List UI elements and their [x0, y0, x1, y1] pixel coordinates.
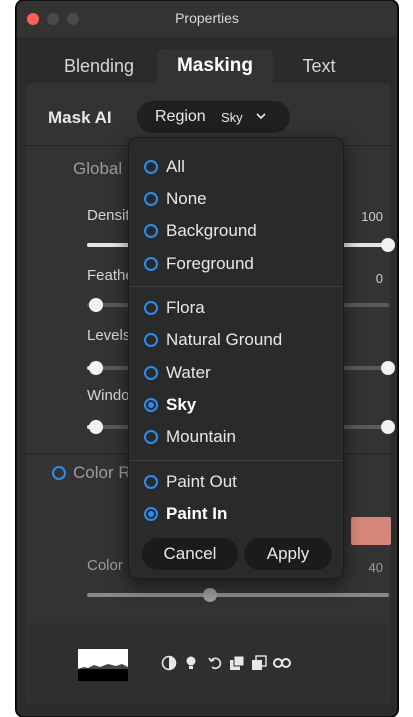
mask-ai-label: Mask AI — [48, 108, 112, 127]
radio-icon — [144, 257, 158, 271]
option-sky[interactable]: Sky — [129, 391, 343, 419]
option-label: Foreground — [166, 254, 254, 273]
link-icon[interactable] — [273, 655, 291, 671]
mask-thumbnail-image — [78, 649, 128, 681]
window-low-handle[interactable] — [89, 420, 103, 434]
undo-icon[interactable] — [207, 655, 223, 671]
paste-mask-icon[interactable] — [251, 655, 267, 671]
option-label: All — [166, 157, 185, 176]
color-range-radio[interactable] — [52, 466, 66, 480]
option-mountain[interactable]: Mountain — [129, 423, 343, 451]
title-bar: Properties — [17, 1, 397, 37]
option-label: Paint Out — [166, 472, 237, 491]
radio-icon — [144, 475, 158, 489]
option-label: Natural Ground — [166, 330, 283, 349]
levels-label: Levels — [87, 327, 131, 344]
tab-masking[interactable]: Masking — [157, 49, 273, 83]
menu-separator — [129, 286, 343, 287]
levels-low-handle[interactable] — [89, 361, 103, 375]
region-dropdown-menu: All None Background Foreground Flora Nat… — [128, 137, 344, 579]
window-high-handle[interactable] — [381, 420, 395, 434]
radio-icon — [144, 192, 158, 206]
global-section-title: Global — [73, 159, 123, 178]
option-label: Water — [166, 363, 211, 382]
option-label: Sky — [166, 395, 197, 414]
region-dropdown-button[interactable]: Region Sky — [137, 101, 290, 133]
radio-icon — [144, 224, 158, 238]
option-label: Background — [166, 221, 257, 240]
density-slider-handle[interactable] — [381, 238, 395, 252]
levels-high-handle[interactable] — [381, 361, 395, 375]
copy-mask-icon[interactable] — [229, 655, 245, 671]
tab-blending[interactable]: Blending — [47, 49, 151, 83]
menu-separator — [129, 460, 343, 461]
option-all[interactable]: All — [129, 153, 343, 181]
option-label: Flora — [166, 298, 205, 317]
option-label: None — [166, 189, 207, 208]
cancel-button[interactable]: Cancel — [142, 538, 238, 570]
color-slider-handle[interactable] — [203, 588, 217, 602]
option-flora[interactable]: Flora — [129, 294, 343, 322]
radio-icon — [144, 430, 158, 444]
window-title: Properties — [175, 10, 239, 26]
feather-slider-handle[interactable] — [89, 298, 103, 312]
radio-selected-icon — [144, 507, 158, 521]
mask-ai-row: Mask AI Region Sky — [25, 83, 391, 145]
radio-icon — [144, 160, 158, 174]
color-swatch[interactable] — [351, 517, 391, 545]
invert-icon[interactable] — [161, 655, 177, 671]
feather-value: 0 — [375, 271, 383, 286]
region-selected-value: Sky — [221, 110, 243, 125]
option-natural-ground[interactable]: Natural Ground — [129, 326, 343, 354]
apply-button[interactable]: Apply — [244, 538, 332, 570]
mask-toolbar — [25, 623, 391, 705]
chevron-down-icon — [256, 113, 266, 120]
option-label: Mountain — [166, 427, 236, 446]
option-water[interactable]: Water — [129, 359, 343, 387]
color-slider-label: Color — [87, 557, 123, 574]
radio-icon — [144, 366, 158, 380]
radio-icon — [144, 301, 158, 315]
option-paint-out[interactable]: Paint Out — [129, 468, 343, 496]
option-none[interactable]: None — [129, 185, 343, 213]
radio-icon — [144, 333, 158, 347]
option-background[interactable]: Background — [129, 217, 343, 245]
tab-text[interactable]: Text — [289, 49, 349, 83]
region-button-label: Region — [155, 108, 206, 125]
color-slider-value: 40 — [368, 560, 383, 575]
option-label: Paint In — [166, 504, 228, 523]
bulb-icon[interactable] — [183, 655, 199, 671]
radio-selected-icon — [144, 398, 158, 412]
tab-bar: Blending Masking Text — [17, 37, 397, 83]
option-paint-in[interactable]: Paint In — [129, 500, 343, 528]
option-foreground[interactable]: Foreground — [129, 250, 343, 278]
color-slider[interactable] — [87, 593, 389, 597]
density-value: 100 — [361, 209, 383, 224]
mask-thumbnail[interactable] — [78, 649, 128, 681]
